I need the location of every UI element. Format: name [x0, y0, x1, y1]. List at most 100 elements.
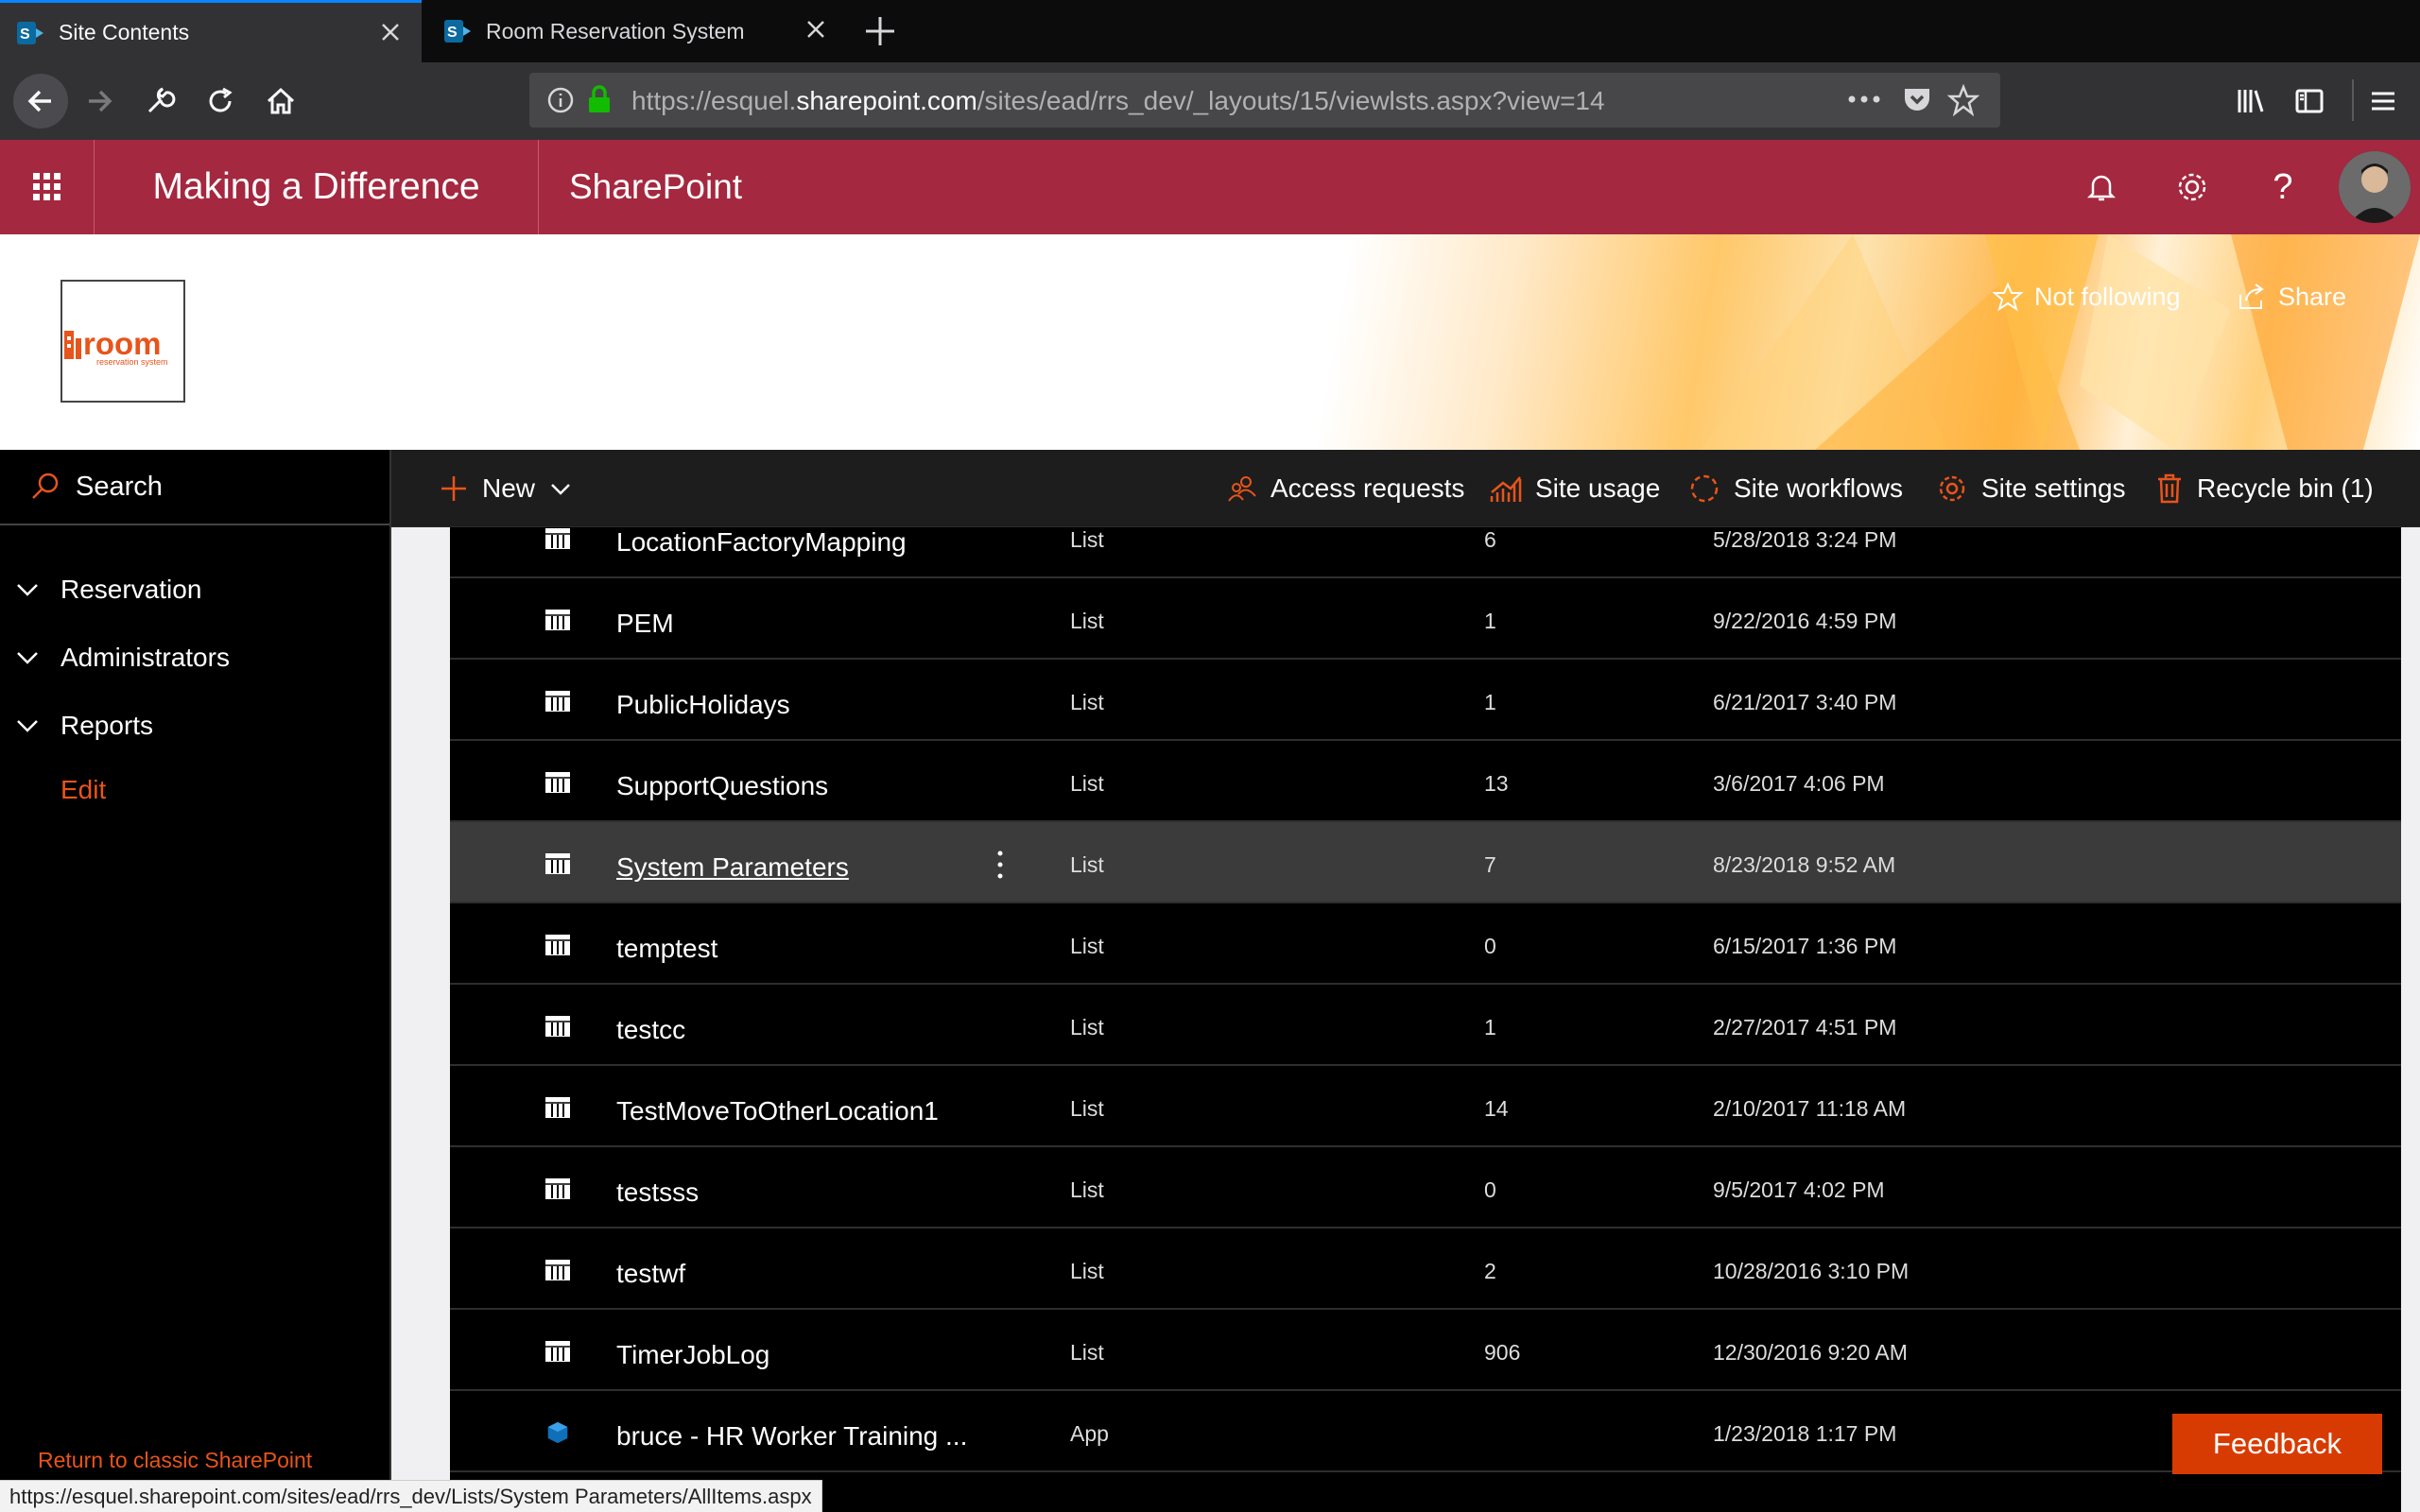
- help-button[interactable]: ?: [2259, 163, 2307, 211]
- list-name-link[interactable]: SupportQuestions: [616, 771, 828, 801]
- list-type: List: [1070, 771, 1104, 796]
- new-tab-icon[interactable]: [862, 13, 898, 49]
- tab-site-contents[interactable]: S Site Contents: [0, 0, 422, 62]
- list-row[interactable]: temptest List 0 6/15/2017 1:36 PM: [450, 903, 2401, 985]
- list-row[interactable]: LocationFactoryMapping List 6 5/28/2018 3:2…: [450, 497, 2401, 578]
- list-name-link[interactable]: PublicHolidays: [616, 690, 790, 720]
- reload-button[interactable]: [197, 77, 244, 125]
- return-to-classic-link[interactable]: Return to classic SharePoint: [38, 1448, 312, 1473]
- list-type: List: [1070, 1340, 1104, 1365]
- list-item-count: 1: [1484, 609, 1496, 633]
- svg-text:reservation system: reservation system: [96, 357, 168, 367]
- settings-button[interactable]: [2169, 163, 2216, 211]
- tab-room-reservation[interactable]: S Room Reservation System: [427, 0, 847, 62]
- list-type: List: [1070, 1259, 1104, 1283]
- site-name[interactable]: RRS DEV: [216, 310, 451, 371]
- list-type: List: [1070, 852, 1104, 877]
- home-button[interactable]: [257, 77, 304, 125]
- reload-icon: [209, 87, 233, 112]
- list-name-link[interactable]: bruce - HR Worker Training ...: [616, 1421, 967, 1452]
- edit-nav-link[interactable]: Edit: [60, 775, 106, 805]
- forward-button[interactable]: [76, 77, 123, 125]
- list-name-link[interactable]: testcc: [616, 1015, 685, 1045]
- follow-button[interactable]: Not following: [1993, 282, 2181, 312]
- list-row[interactable]: testwf List 2 10/28/2016 3:10 PM: [450, 1228, 2401, 1310]
- close-tab-icon[interactable]: [378, 20, 403, 44]
- url-text: https://esquel.sharepoint.com/sites/ead/…: [631, 86, 1605, 115]
- feedback-button[interactable]: Feedback: [2172, 1414, 2382, 1474]
- question-mark-icon: ?: [2273, 166, 2293, 207]
- list-row[interactable]: TestMoveToOtherLocation1 List 14 2/10/2017 …: [450, 1066, 2401, 1147]
- search-box[interactable]: Search: [0, 450, 389, 525]
- list-row[interactable]: bruce - HR Worker Training ... App 1/23/20…: [450, 1391, 2401, 1472]
- list-row[interactable]: TimerJobLog List 906 12/30/2016 9:20 AM: [450, 1310, 2401, 1391]
- list-icon: [545, 610, 570, 630]
- list-row[interactable]: System Parameters List 7 8/23/2018 9:52 AM: [450, 822, 2401, 903]
- list-name-link[interactable]: TestMoveToOtherLocation1: [616, 1096, 939, 1126]
- follow-label: Not following: [2034, 282, 2181, 311]
- nav-item-label: Reservation: [60, 575, 202, 604]
- sidebar-button[interactable]: [2286, 77, 2333, 125]
- share-button[interactable]: Share: [2237, 282, 2346, 312]
- list-type: List: [1070, 527, 1104, 552]
- pocket-icon[interactable]: [1902, 86, 1932, 114]
- list-row[interactable]: PublicHolidays List 1 6/21/2017 3:40 PM: [450, 660, 2401, 741]
- room-reservation-logo: room reservation system: [64, 326, 168, 367]
- wrench-icon: [147, 87, 176, 113]
- list-name-link[interactable]: testwf: [616, 1259, 685, 1289]
- list-modified-date: 6/21/2017 3:40 PM: [1713, 690, 1897, 714]
- tools-button[interactable]: [136, 77, 183, 125]
- header-background-art: [1702, 234, 2420, 450]
- list-icon: [545, 1260, 570, 1280]
- list-item-count: 906: [1484, 1340, 1521, 1365]
- user-avatar[interactable]: [2339, 151, 2411, 223]
- list-row[interactable]: testsss List 0 9/5/2017 4:02 PM: [450, 1147, 2401, 1228]
- list-row[interactable]: testcc List 1 2/27/2017 4:51 PM: [450, 985, 2401, 1066]
- nav-item-reservation[interactable]: Reservation: [13, 571, 201, 609]
- list-name-link[interactable]: System Parameters: [616, 852, 849, 883]
- list-name-link[interactable]: temptest: [616, 934, 717, 964]
- suite-site-title[interactable]: Making a Difference: [95, 140, 539, 234]
- list-name-link[interactable]: TimerJobLog: [616, 1340, 769, 1370]
- notifications-button[interactable]: [2078, 163, 2125, 211]
- hamburger-menu-icon: [2372, 92, 2394, 111]
- list-name-link[interactable]: testsss: [616, 1177, 699, 1208]
- list-row[interactable]: PEM List 1 9/22/2016 4:59 PM: [450, 578, 2401, 660]
- list-item-count: 7: [1484, 852, 1496, 877]
- info-icon[interactable]: [546, 86, 575, 114]
- site-logo[interactable]: room reservation system: [60, 280, 185, 403]
- bookmark-star-icon[interactable]: [1947, 84, 1979, 116]
- suite-bar: Making a Difference SharePoint ?: [0, 140, 2420, 234]
- chevron-down-icon[interactable]: [13, 644, 42, 672]
- back-button[interactable]: [13, 74, 68, 129]
- list-type: List: [1070, 1177, 1104, 1202]
- library-button[interactable]: [2227, 77, 2274, 125]
- nav-item-administrators[interactable]: Administrators: [13, 639, 230, 677]
- list-type: List: [1070, 1096, 1104, 1121]
- nav-item-label: Reports: [60, 711, 154, 740]
- list-modified-date: 1/23/2018 1:17 PM: [1713, 1421, 1897, 1446]
- nav-item-reports[interactable]: Reports: [13, 707, 153, 745]
- toolbar-divider: [2352, 79, 2354, 121]
- left-navigation: Search Reservation Administrators Report…: [0, 450, 391, 1512]
- list-icon: [545, 853, 570, 874]
- more-actions-icon[interactable]: [1847, 92, 1881, 107]
- menu-button[interactable]: [2360, 77, 2407, 125]
- chevron-down-icon[interactable]: [13, 576, 42, 604]
- app-launcher-button[interactable]: [0, 140, 95, 234]
- svg-text:S: S: [20, 26, 30, 43]
- chevron-down-icon[interactable]: [13, 712, 42, 740]
- link-status-bar: https://esquel.sharepoint.com/sites/ead/…: [0, 1480, 822, 1512]
- lock-icon: [589, 85, 610, 112]
- list-name-link[interactable]: PEM: [616, 609, 674, 639]
- url-bar[interactable]: https://esquel.sharepoint.com/sites/ead/…: [529, 73, 2000, 128]
- list-item-count: 2: [1484, 1259, 1496, 1283]
- list-name-link[interactable]: LocationFactoryMapping: [616, 527, 907, 558]
- list-row[interactable]: SupportQuestions List 13 3/6/2017 4:06 PM: [450, 741, 2401, 822]
- sharepoint-label[interactable]: SharePoint: [569, 140, 742, 234]
- list-icon: [545, 772, 570, 793]
- star-icon: [1993, 282, 2023, 312]
- more-options-icon[interactable]: [994, 849, 1006, 881]
- list-modified-date: 6/15/2017 1:36 PM: [1713, 934, 1897, 958]
- close-tab-icon[interactable]: [804, 17, 828, 42]
